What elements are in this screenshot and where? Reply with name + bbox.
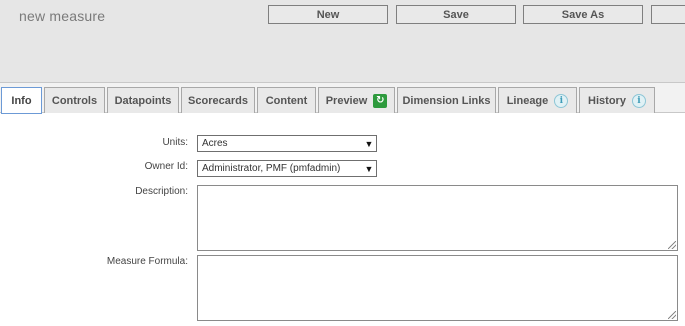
units-value: Acres xyxy=(202,138,228,149)
chevron-down-icon: ▼ xyxy=(364,163,374,174)
resize-handle-icon[interactable] xyxy=(668,311,676,319)
refresh-icon[interactable]: ↻ xyxy=(373,93,388,108)
units-label: Units: xyxy=(162,137,188,148)
description-field[interactable] xyxy=(197,185,678,251)
chevron-down-icon: ▼ xyxy=(364,138,374,149)
measure-formula-label: Measure Formula: xyxy=(106,256,188,267)
description-label: Description: xyxy=(135,186,188,197)
info-icon[interactable]: i xyxy=(631,93,646,108)
tab-label: Content xyxy=(265,94,308,107)
new-button[interactable]: New xyxy=(268,5,388,24)
owner-id-value: Administrator, PMF (pmfadmin) xyxy=(202,163,341,174)
owner-id-select[interactable]: Administrator, PMF (pmfadmin) ▼ xyxy=(197,160,377,177)
units-select[interactable]: Acres ▼ xyxy=(197,135,377,152)
resize-handle-icon[interactable] xyxy=(668,241,676,249)
tab-label: Lineage xyxy=(506,94,549,107)
tab-label: Scorecards xyxy=(188,94,248,107)
tab-datapoints[interactable]: Datapoints xyxy=(107,87,179,113)
measure-formula-field[interactable] xyxy=(197,255,678,321)
tab-label: History xyxy=(588,94,626,107)
info-icon[interactable]: i xyxy=(554,93,569,108)
tab-label: Info xyxy=(11,94,32,107)
tab-label: Controls xyxy=(51,94,98,107)
tab-history[interactable]: History i xyxy=(579,87,655,113)
page-title: new measure xyxy=(19,8,106,24)
save-as-button[interactable]: Save As xyxy=(523,5,643,24)
tab-lineage[interactable]: Lineage i xyxy=(498,87,577,113)
owner-id-label: Owner Id: xyxy=(144,161,188,172)
tab-label: Datapoints xyxy=(114,94,172,107)
save-button[interactable]: Save xyxy=(396,5,516,24)
tab-content[interactable]: Content xyxy=(257,87,316,113)
tab-scorecards[interactable]: Scorecards xyxy=(181,87,255,113)
tab-dimension-links[interactable]: Dimension Links xyxy=(397,87,496,113)
header-toolbar: new measure New Save Save As xyxy=(0,0,685,82)
tab-label: Dimension Links xyxy=(402,94,491,107)
more-button[interactable] xyxy=(651,5,685,24)
tab-info[interactable]: Info xyxy=(1,87,42,114)
tab-label: Preview xyxy=(325,94,368,107)
tab-controls[interactable]: Controls xyxy=(44,87,105,113)
tab-preview[interactable]: Preview ↻ xyxy=(318,87,395,113)
